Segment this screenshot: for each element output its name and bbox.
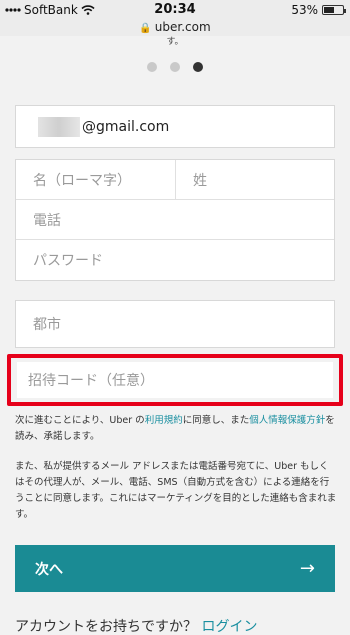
city-input[interactable]: 都市	[15, 300, 335, 348]
marketing-consent-text: また、私が提供するメール アドレスまたは電話番号宛てに、Uber もしくはその代…	[15, 461, 337, 520]
privacy-policy-link[interactable]: 個人情報保護方針	[249, 415, 325, 426]
login-question: アカウントをお持ちですか？	[15, 619, 197, 635]
terms-part-2: に同意し、また	[182, 415, 250, 426]
status-right: 53%	[291, 3, 346, 17]
next-button-label: 次へ	[35, 561, 63, 578]
terms-text: 次に進むことにより、Uber の利用規約に同意し、また個人情報保護方針を読み、承…	[15, 413, 337, 445]
top-text-snippet: す。	[166, 37, 184, 47]
email-suffix: @gmail.com	[82, 118, 170, 135]
page-dot-1	[147, 62, 157, 72]
login-prompt: アカウントをお持ちですか？ ログイン	[15, 616, 257, 635]
email-redacted-mask	[38, 116, 80, 137]
invite-code-highlight: 招待コード（任意）	[7, 354, 343, 406]
email-field[interactable]: @gmail.com	[15, 105, 335, 148]
page-indicator	[0, 62, 350, 72]
terms-part-1: 次に進むことにより、Uber の	[15, 415, 145, 426]
invite-code-input[interactable]: 招待コード（任意）	[17, 362, 333, 398]
lock-icon: 🔒	[139, 23, 152, 34]
terms-of-use-link[interactable]: 利用規約	[145, 415, 183, 426]
arrow-right-icon: →	[299, 558, 315, 579]
page-dot-2	[170, 62, 180, 72]
phone-input[interactable]: 電話	[16, 200, 334, 240]
last-name-input[interactable]: 姓	[176, 160, 334, 200]
battery-fill	[324, 7, 334, 13]
battery-icon	[322, 5, 346, 15]
page-dot-3	[193, 62, 203, 72]
next-button[interactable]: 次へ →	[15, 545, 335, 592]
first-name-input[interactable]: 名（ローマ字）	[16, 160, 176, 200]
url-text: uber.com	[154, 20, 211, 34]
battery-percent: 53%	[291, 3, 318, 17]
login-link[interactable]: ログイン	[201, 619, 257, 635]
account-fields-group: 名（ローマ字） 姓 電話 パスワード	[15, 159, 335, 281]
status-bar: SoftBank 20:34 53%	[0, 0, 350, 20]
password-input[interactable]: パスワード	[16, 240, 334, 280]
